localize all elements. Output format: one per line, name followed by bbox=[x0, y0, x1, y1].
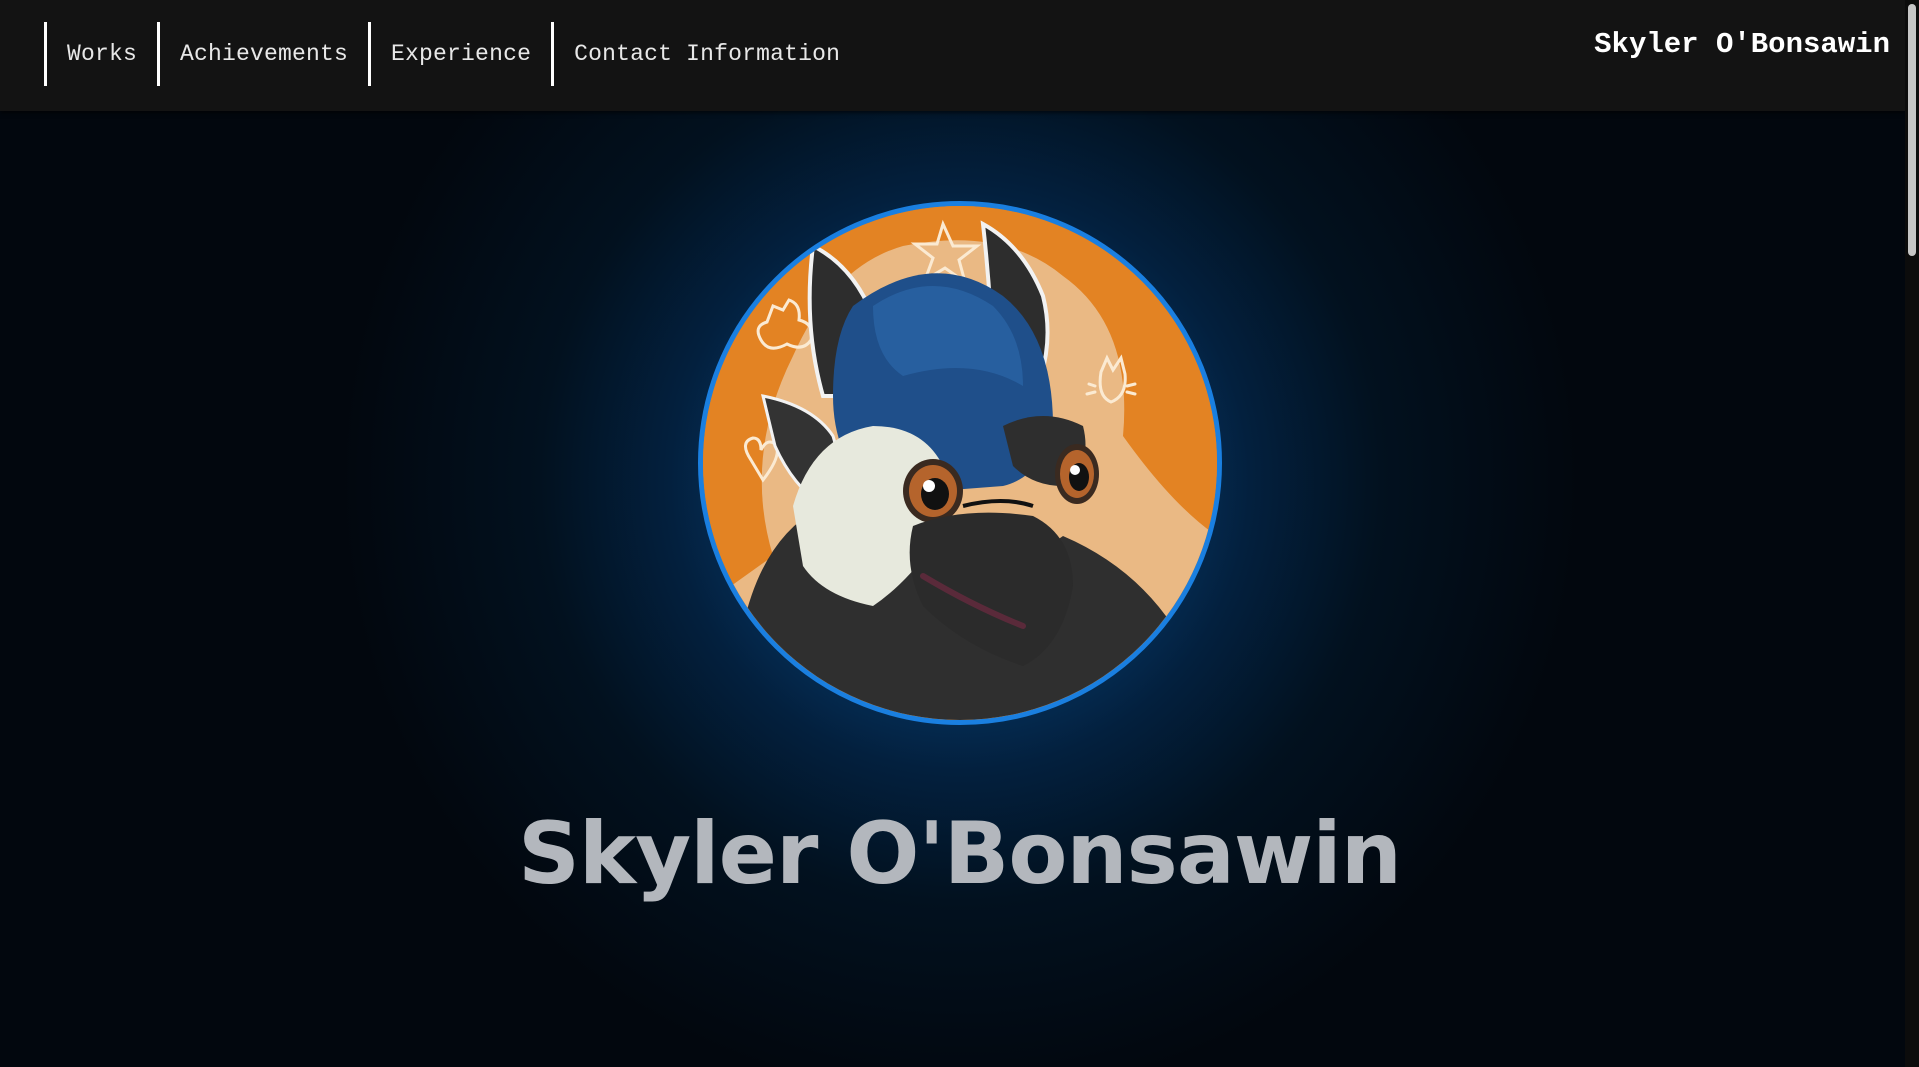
bird-character-avatar-icon bbox=[703, 206, 1217, 720]
scrollbar-thumb[interactable] bbox=[1908, 4, 1916, 256]
nav-link-achievements[interactable]: Achievements bbox=[157, 22, 368, 86]
top-navbar: Works Achievements Experience Contact In… bbox=[0, 0, 1905, 111]
nav-link-contact-information[interactable]: Contact Information bbox=[551, 22, 860, 86]
nav-link-experience[interactable]: Experience bbox=[368, 22, 551, 86]
page-scrollbar[interactable] bbox=[1905, 0, 1919, 1067]
hero-section: Skyler O'Bonsawin bbox=[0, 111, 1905, 1067]
nav-link-works[interactable]: Works bbox=[44, 22, 157, 86]
avatar bbox=[698, 201, 1222, 725]
site-brand[interactable]: Skyler O'Bonsawin bbox=[1594, 28, 1890, 61]
nav-links: Works Achievements Experience Contact In… bbox=[44, 22, 860, 86]
hero-name-heading: Skyler O'Bonsawin bbox=[517, 804, 1402, 904]
